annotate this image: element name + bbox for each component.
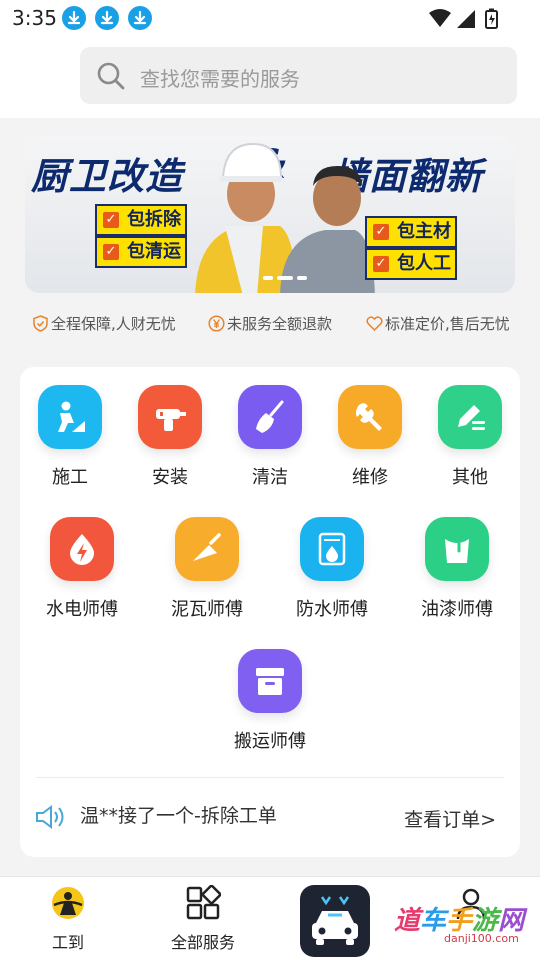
- search-placeholder: 查找您需要的服务: [140, 67, 300, 91]
- service-installation[interactable]: 安装: [120, 385, 220, 489]
- service-mover[interactable]: 搬运师傅: [220, 649, 320, 753]
- service-mason[interactable]: 泥瓦师傅: [157, 517, 257, 621]
- yuan-icon: [208, 315, 225, 332]
- download-icon: [95, 6, 119, 30]
- banner-pagination: [263, 276, 307, 280]
- service-cleaning[interactable]: 清洁: [220, 385, 320, 489]
- assurance-item: 标准定价,售后无忧: [366, 313, 510, 334]
- signal-icon: [457, 10, 475, 28]
- tab-all-services[interactable]: 全部服务: [166, 884, 240, 953]
- checkbox-icon: ✓: [373, 224, 389, 240]
- download-icon: [128, 6, 152, 30]
- search-area: 查找您需要的服务: [0, 38, 540, 118]
- grid-icon: [186, 884, 222, 920]
- search-icon: [97, 62, 125, 90]
- search-input[interactable]: 查找您需要的服务: [80, 47, 517, 104]
- banner-tag: ✓ 包人工: [365, 248, 457, 280]
- wrench-icon: [338, 385, 402, 449]
- wifi-icon: [429, 9, 451, 27]
- service-construction[interactable]: 施工: [20, 385, 120, 489]
- download-icon: [62, 6, 86, 30]
- service-painter[interactable]: 油漆师傅: [407, 517, 507, 621]
- tab-gongdao[interactable]: 工到: [44, 885, 92, 953]
- services-panel: 施工 安装 清洁 维修 其他 水电师傅 泥瓦师傅 防水师傅 油漆师傅 搬运师傅 …: [20, 367, 520, 857]
- trowel-icon: [175, 517, 239, 581]
- edit-list-icon: [438, 385, 502, 449]
- notice-text: 温**接了一个-拆除工单: [80, 805, 277, 827]
- banner-title-left: 厨卫改造: [31, 155, 183, 198]
- car-service-button[interactable]: [300, 885, 370, 957]
- service-plumber-electrician[interactable]: 水电师傅: [32, 517, 132, 621]
- banner-tag: ✓ 包主材: [365, 216, 457, 248]
- water-electric-icon: [50, 517, 114, 581]
- battery-icon: [485, 8, 498, 29]
- shield-check-icon: [33, 315, 48, 332]
- assurance-item: 全程保障,人财无忧: [32, 313, 176, 334]
- watermark-url: danji100.com: [444, 932, 519, 945]
- box-icon: [238, 649, 302, 713]
- checkbox-icon: ✓: [103, 212, 119, 228]
- service-repair[interactable]: 维修: [320, 385, 420, 489]
- site-watermark: 道车手游网 danji100.com: [388, 896, 538, 958]
- workers-illustration: [195, 142, 375, 293]
- speaker-icon: [36, 805, 64, 829]
- checkbox-icon: ✓: [103, 244, 119, 260]
- drill-icon: [138, 385, 202, 449]
- service-waterproofing[interactable]: 防水师傅: [282, 517, 382, 621]
- view-order-link[interactable]: 查看订单>: [404, 805, 496, 832]
- banner-tag: ✓ 包拆除: [95, 204, 187, 236]
- checkbox-icon: ✓: [373, 256, 389, 272]
- promo-banner[interactable]: 厨卫改造 & 墙面翻新 ✓包拆除 ✓包清运 ✓包主材 ✓包人工: [25, 136, 515, 293]
- service-other[interactable]: 其他: [420, 385, 520, 489]
- gongdao-logo-icon: [52, 887, 84, 919]
- assurance-bar: 全程保障,人财无忧 未服务全额退款 标准定价,售后无忧: [0, 313, 540, 337]
- assurance-item: 未服务全额退款: [208, 313, 332, 334]
- banner-tag: ✓ 包清运: [95, 236, 187, 268]
- divider: [36, 777, 504, 778]
- broom-icon: [238, 385, 302, 449]
- car-service-icon: [312, 896, 358, 945]
- status-time: 3:35: [12, 6, 57, 30]
- waterproof-icon: [300, 517, 364, 581]
- order-notice: 温**接了一个-拆除工单 查看订单>: [34, 797, 506, 837]
- status-bar: 3:35: [0, 0, 540, 38]
- system-status-icons: [428, 8, 500, 30]
- paint-bucket-icon: [425, 517, 489, 581]
- construction-worker-icon: [38, 385, 102, 449]
- heart-icon: [366, 316, 383, 332]
